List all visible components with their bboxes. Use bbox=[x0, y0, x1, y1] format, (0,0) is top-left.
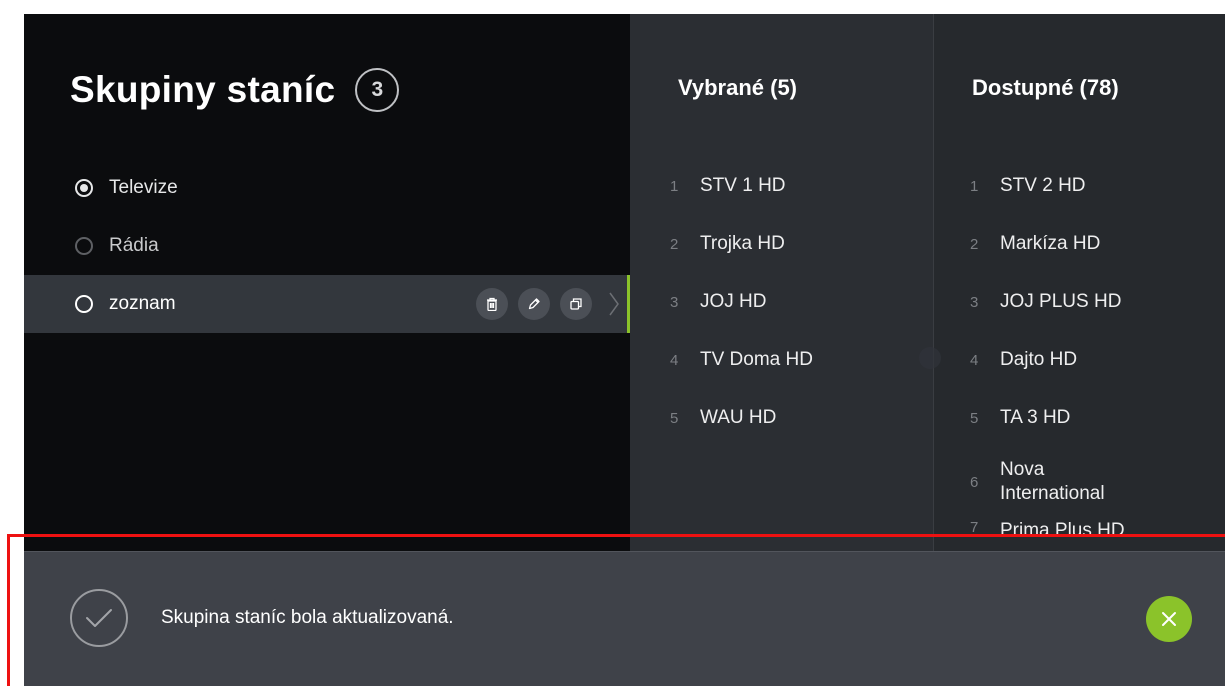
radio-icon bbox=[75, 237, 93, 255]
channel-name: STV 2 HD bbox=[1000, 175, 1086, 196]
available-column-title: Dostupné (78) bbox=[972, 75, 1119, 100]
channel-name: Dajto HD bbox=[1000, 349, 1078, 370]
channel-row[interactable]: 5 TA 3 HD bbox=[934, 389, 1225, 447]
group-item-zoznam[interactable]: zoznam bbox=[24, 275, 630, 333]
radio-icon bbox=[75, 295, 93, 313]
group-actions bbox=[476, 288, 592, 320]
channel-name: Markíza HD bbox=[1000, 233, 1101, 254]
channel-number: 4 bbox=[970, 351, 979, 369]
channel-name: Trojka HD bbox=[700, 233, 785, 254]
channel-row[interactable]: 1 STV 1 HD bbox=[630, 157, 934, 215]
title-row: Skupiny staníc 3 bbox=[70, 68, 400, 112]
trash-icon[interactable] bbox=[476, 288, 508, 320]
channel-number: 2 bbox=[970, 235, 979, 253]
channel-row[interactable]: 2 Trojka HD bbox=[630, 215, 934, 273]
radio-selected-icon bbox=[75, 179, 93, 197]
channel-name: JOJ HD bbox=[700, 291, 767, 312]
channel-number: 3 bbox=[970, 293, 979, 311]
check-circle-icon bbox=[70, 589, 128, 647]
selected-channel-list: 1 STV 1 HD 2 Trojka HD 3 JOJ HD 4 TV Doma HD… bbox=[630, 157, 934, 447]
channel-row[interactable]: 2 Markíza HD bbox=[934, 215, 1225, 273]
duplicate-icon[interactable] bbox=[560, 288, 592, 320]
chevron-right-icon[interactable] bbox=[608, 291, 620, 323]
channel-row[interactable]: 1 STV 2 HD bbox=[934, 157, 1225, 215]
channel-name: TA 3 HD bbox=[1000, 407, 1071, 428]
page-title: Skupiny staníc bbox=[70, 69, 336, 110]
toast-message: Skupina staníc bola aktualizovaná. bbox=[161, 607, 454, 628]
channel-name: WAU HD bbox=[700, 407, 777, 428]
move-arrows-icon bbox=[919, 347, 941, 369]
group-label: Rádia bbox=[109, 235, 159, 256]
channel-number: 6 bbox=[970, 473, 979, 491]
close-icon[interactable] bbox=[1146, 596, 1192, 642]
channel-number: 7 bbox=[970, 519, 979, 536]
channel-row[interactable]: 4 Dajto HD bbox=[934, 331, 1225, 389]
available-channel-list: 1 STV 2 HD 2 Markíza HD 3 JOJ PLUS HD 4 Dajt… bbox=[934, 157, 1225, 551]
channel-number: 1 bbox=[670, 177, 679, 195]
channel-name: JOJ PLUS HD bbox=[1000, 291, 1122, 312]
channel-name: TV Doma HD bbox=[700, 349, 813, 370]
selected-column-title: Vybrané (5) bbox=[678, 75, 798, 100]
pencil-icon[interactable] bbox=[518, 288, 550, 320]
group-label: zoznam bbox=[109, 293, 176, 314]
channel-number: 4 bbox=[670, 351, 679, 369]
channel-row[interactable]: 6 Nova International bbox=[934, 447, 1225, 517]
channel-row[interactable]: 3 JOJ PLUS HD bbox=[934, 273, 1225, 331]
channel-row[interactable]: 7 Prima Plus HD bbox=[934, 517, 1225, 551]
group-item-televize[interactable]: Televize bbox=[24, 159, 630, 217]
channel-name: Nova International bbox=[1000, 459, 1105, 504]
channel-row[interactable]: 4 TV Doma HD bbox=[630, 331, 934, 389]
group-count-badge: 3 bbox=[355, 68, 400, 112]
group-list: Televize Rádia zoznam bbox=[24, 159, 630, 333]
channel-row[interactable]: 5 WAU HD bbox=[630, 389, 934, 447]
channel-number: 2 bbox=[670, 235, 679, 253]
toast-notification: Skupina staníc bola aktualizovaná. bbox=[24, 551, 1225, 686]
channel-number: 1 bbox=[970, 177, 979, 195]
group-item-radia[interactable]: Rádia bbox=[24, 217, 630, 275]
channel-name: Prima Plus HD bbox=[1000, 520, 1125, 541]
channel-name: STV 1 HD bbox=[700, 175, 786, 196]
channel-row[interactable]: 3 JOJ HD bbox=[630, 273, 934, 331]
channel-number: 5 bbox=[970, 409, 979, 427]
channel-number: 5 bbox=[670, 409, 679, 427]
channel-number: 3 bbox=[670, 293, 679, 311]
group-label: Televize bbox=[109, 177, 178, 198]
